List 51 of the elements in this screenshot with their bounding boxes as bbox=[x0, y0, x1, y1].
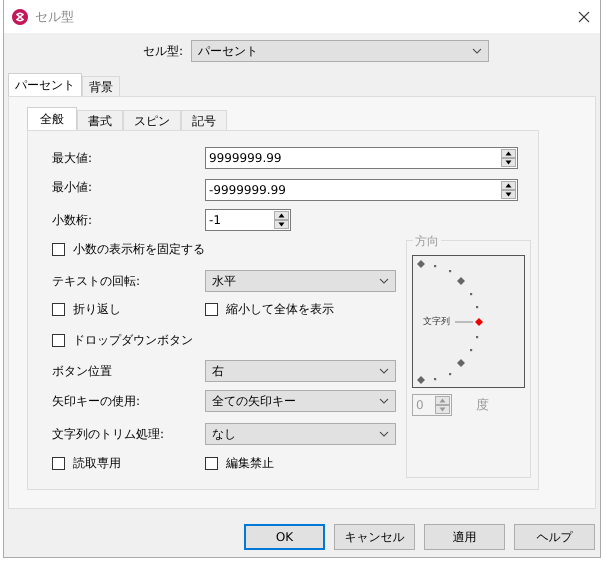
checkbox-label: 縮小して全体を表示 bbox=[226, 300, 334, 318]
tab[interactable]: スピン bbox=[123, 110, 181, 130]
cell-type-dropdown[interactable]: パーセント bbox=[191, 40, 490, 62]
checkbox[interactable] bbox=[52, 334, 65, 346]
min-value-spinbox[interactable]: -9999999.99 bbox=[205, 179, 518, 201]
field-label: ボタン位置 bbox=[52, 362, 113, 380]
field-label: 文字列のトリム処理: bbox=[52, 426, 166, 442]
chevron-icon bbox=[472, 48, 482, 54]
field-label: 矢印キーの使用: bbox=[52, 392, 142, 410]
field-label: テキストの回転: bbox=[52, 272, 142, 290]
trim-dropdown[interactable]: なし bbox=[205, 423, 396, 445]
chevron-icon bbox=[379, 278, 389, 284]
close-icon[interactable] bbox=[578, 10, 590, 22]
checkbox-label: ドロップダウンボタン bbox=[73, 332, 193, 348]
tab[interactable]: 全般 bbox=[27, 107, 77, 130]
checkbox-label: 編集禁止 bbox=[226, 454, 274, 472]
chevron-icon bbox=[379, 398, 389, 404]
checkbox-label: 折り返し bbox=[73, 300, 121, 318]
decimal-places-spinbox[interactable]: -1 bbox=[205, 209, 291, 231]
max-value-spinbox[interactable]: 9999999.99 bbox=[205, 147, 518, 169]
field-label: 最大値: bbox=[52, 150, 94, 166]
arrow-keys-dropdown[interactable]: 全ての矢印キー bbox=[205, 390, 396, 412]
tab[interactable]: 背景 bbox=[82, 76, 120, 96]
field-label: 最小値: bbox=[52, 179, 94, 196]
checkbox-label: 読取専用 bbox=[73, 454, 121, 472]
text-rotation-dropdown[interactable]: 水平 bbox=[205, 270, 396, 292]
tab[interactable]: 書式 bbox=[77, 110, 123, 130]
button-position-dropdown[interactable]: 右 bbox=[205, 360, 396, 382]
chevron-icon bbox=[379, 431, 389, 437]
dialog-button[interactable]: 適用 bbox=[424, 524, 505, 550]
checkbox[interactable] bbox=[205, 456, 218, 470]
dialog-button[interactable]: キャンセル bbox=[334, 524, 415, 550]
chevron-icon bbox=[379, 368, 389, 374]
field-label: 小数桁: bbox=[52, 212, 94, 228]
checkbox[interactable] bbox=[52, 242, 65, 256]
window-title: セル型 bbox=[35, 8, 75, 26]
checkbox[interactable] bbox=[52, 456, 65, 470]
tab[interactable]: パーセント bbox=[8, 73, 82, 96]
spin-arrows-icon[interactable] bbox=[501, 149, 516, 167]
dialog-button[interactable]: ヘルプ bbox=[514, 524, 595, 550]
checkbox[interactable] bbox=[52, 302, 65, 316]
unit-label: 度 bbox=[476, 397, 489, 414]
checkbox-label: 小数の表示桁を固定する bbox=[73, 240, 205, 258]
spin-arrows-icon[interactable] bbox=[501, 181, 516, 199]
dialog-button[interactable]: OK bbox=[244, 524, 325, 550]
dial-text-label: 文字列 bbox=[423, 315, 450, 328]
cell-type-label: セル型: bbox=[143, 42, 184, 60]
checkbox[interactable] bbox=[205, 302, 218, 316]
app-logo-icon bbox=[12, 8, 28, 24]
tab[interactable]: 記号 bbox=[181, 110, 227, 130]
spin-arrows-icon[interactable] bbox=[274, 211, 289, 229]
